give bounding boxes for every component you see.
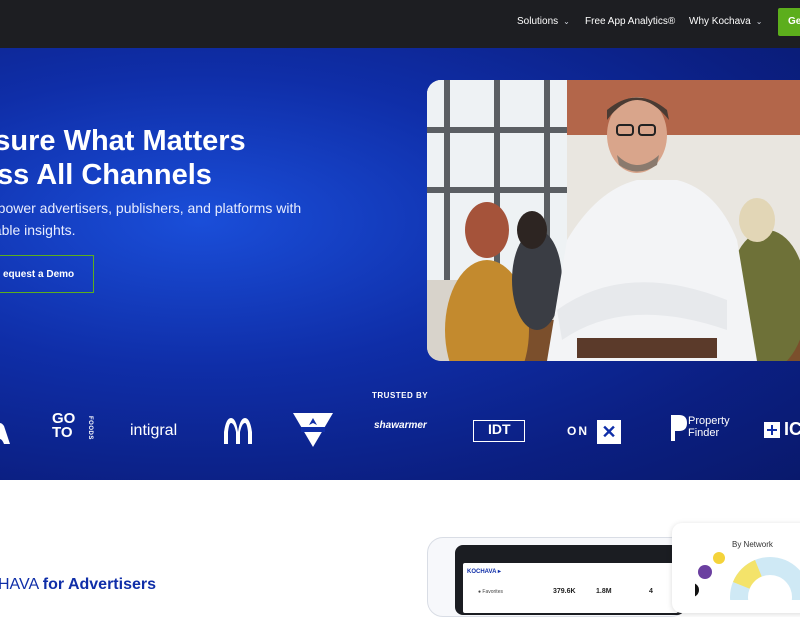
goto-foods-logo: GO TO FOODS: [52, 410, 93, 441]
hero-section: easure What Matters ross All Channels mp…: [0, 48, 800, 480]
hero-subtitle: mpower advertisers, publishers, and plat…: [0, 197, 376, 241]
dashboard-value-3: 4: [649, 588, 653, 595]
idt-logo: IDT: [473, 420, 525, 442]
trusted-by-label: TRUSTED BY: [372, 391, 429, 400]
nav-why-kochava[interactable]: Why Kochava ⌄: [689, 16, 762, 27]
headline-line-2: ross All Channels: [0, 159, 212, 191]
request-demo-button[interactable]: equest a Demo: [0, 255, 94, 293]
top-nav-bar: Solutions ⌄ Free App Analytics® Why Koch…: [0, 0, 800, 48]
partial-logo-icon: [0, 423, 10, 444]
advertisers-prefix: HAVA: [0, 576, 39, 593]
intigral-logo: intigral: [130, 422, 178, 439]
canadian-tire-logo-icon: [293, 413, 333, 447]
ic-logo: IC: [784, 419, 800, 439]
goto-logo-text: GO TO: [52, 410, 76, 441]
dashboard-value-1: 379.6K: [553, 588, 576, 595]
subtitle-line-2: nable insights.: [0, 222, 76, 238]
nav-solutions[interactable]: Solutions ⌄: [517, 16, 570, 27]
advertisers-highlight: for Advertisers: [42, 576, 156, 593]
onx-logo: ON ✕: [567, 420, 621, 444]
nav-analytics-label: Free App Analytics®: [585, 16, 676, 27]
network-donut-chart: [695, 552, 800, 600]
office-people-image: [427, 80, 800, 361]
dashboard-value-2: 1.8M: [596, 588, 612, 595]
hero-photo: [427, 80, 800, 361]
hero-headline: easure What Matters ross All Channels: [0, 124, 246, 192]
by-network-title: By Network: [732, 540, 773, 549]
nav-why-label: Why Kochava: [689, 16, 751, 27]
dashboard-brand: KOCHAVA ▸: [467, 569, 501, 575]
property-finder-logo: Property Finder: [688, 415, 730, 439]
nav-free-app-analytics[interactable]: Free App Analytics®: [585, 16, 675, 27]
headline-line-1: easure What Matters: [0, 125, 246, 157]
get-started-button[interactable]: Ge: [778, 8, 800, 36]
chevron-down-icon: ⌄: [563, 17, 570, 26]
chevron-down-icon: ⌄: [755, 17, 763, 26]
x-mark-icon: ✕: [597, 420, 621, 444]
mcdonalds-logo-icon: [224, 418, 252, 444]
advertisers-heading: HAVA for Advertisers: [0, 576, 156, 594]
onx-logo-text: ON: [567, 424, 589, 439]
property-finder-logo-icon: [671, 415, 687, 441]
nav-solutions-label: Solutions: [517, 16, 559, 27]
plus-box-icon: [764, 422, 780, 438]
goto-logo-subtext: FOODS: [87, 416, 93, 440]
shawarmer-logo: shawarmer: [374, 420, 427, 431]
dashboard-row-label: ● Favorites: [478, 589, 503, 595]
subtitle-line-1: mpower advertisers, publishers, and plat…: [0, 200, 302, 216]
